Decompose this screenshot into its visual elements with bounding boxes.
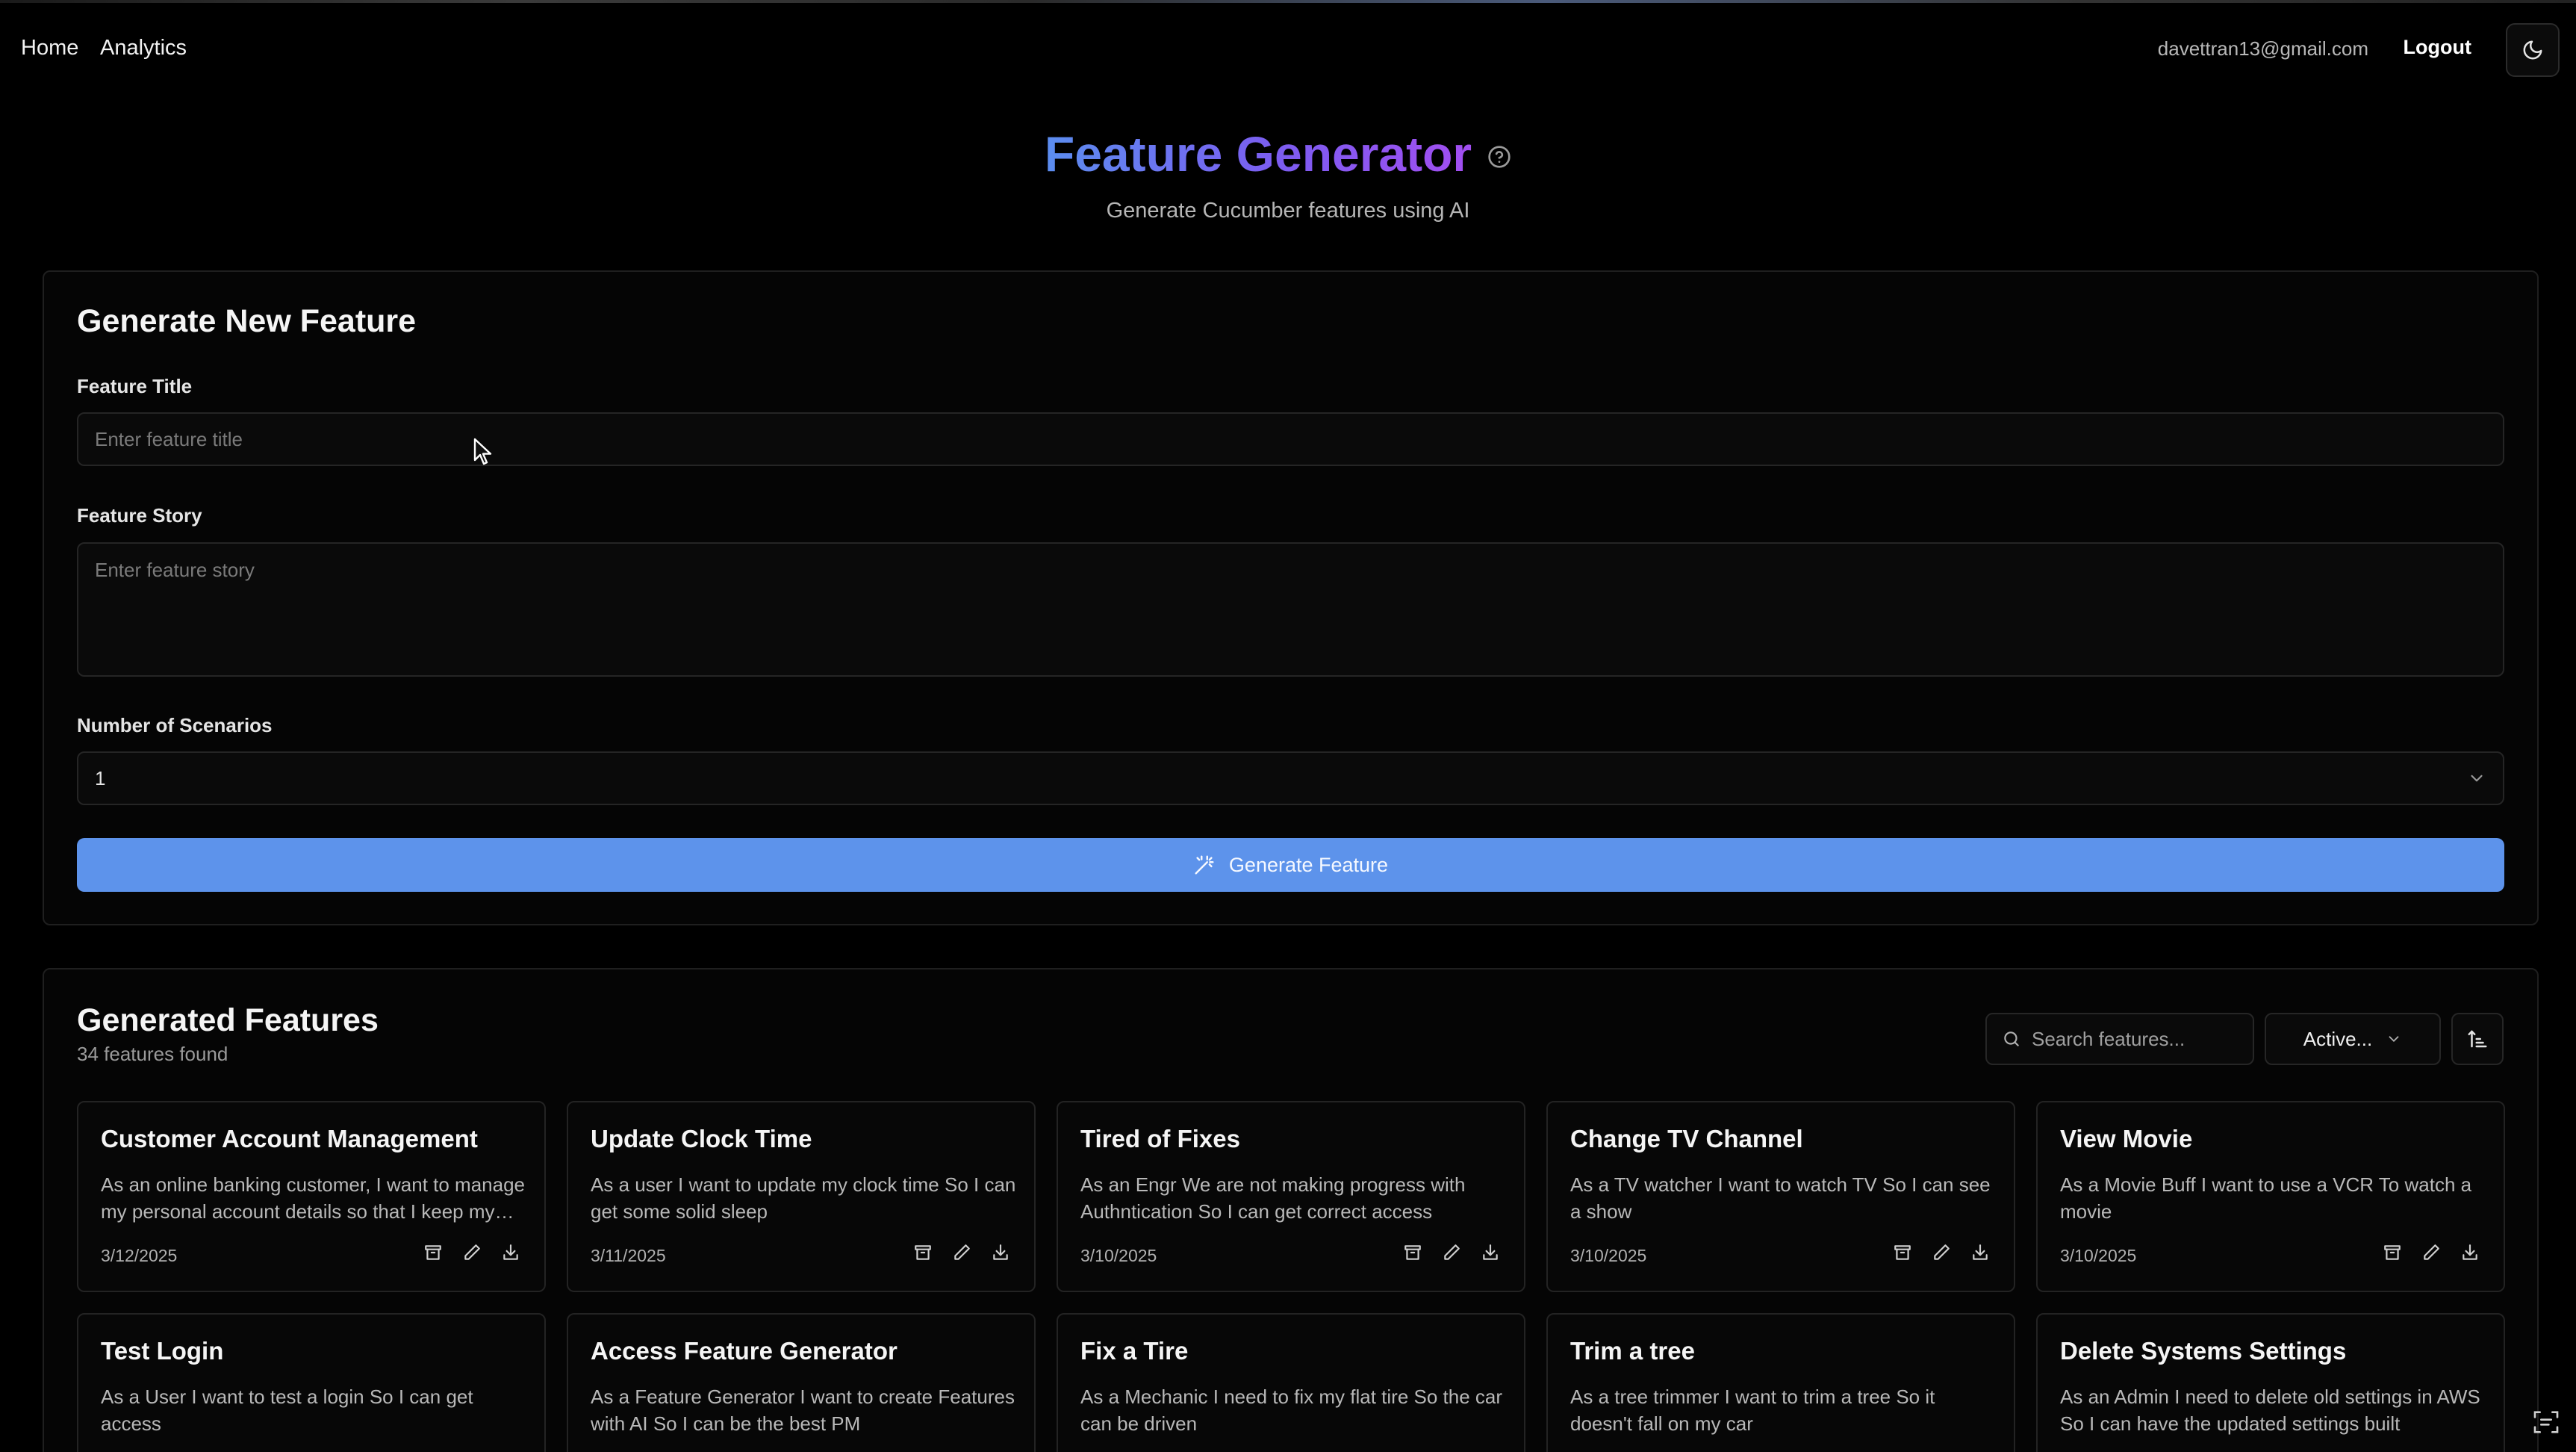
search-features-box[interactable] (1985, 1013, 2254, 1065)
feature-card-date: 3/10/2025 (1080, 1246, 1157, 1265)
scenarios-select-value: 1 (95, 766, 106, 789)
feature-card-title: Access Feature Generator (591, 1337, 897, 1365)
user-email: davettran13@gmail.com (2157, 37, 2368, 60)
feature-card[interactable]: Update Clock Time As a user I want to up… (567, 1101, 1036, 1292)
feature-card-description: As an Admin I need to delete old setting… (2060, 1386, 2480, 1435)
download-icon[interactable] (500, 1241, 522, 1264)
generated-features-card: Generated Features 34 features found Act… (43, 968, 2539, 1452)
nav-analytics-link[interactable]: Analytics (100, 36, 187, 60)
feature-card-description: As an online banking customer, I want to… (101, 1173, 526, 1223)
feature-card[interactable]: Trim a tree As a tree trimmer I want to … (1546, 1313, 2015, 1452)
edit-pencil-icon[interactable] (461, 1241, 483, 1264)
page-title: Feature Generator (1044, 126, 1472, 182)
edit-pencil-icon[interactable] (1930, 1241, 1953, 1264)
archive-icon[interactable] (2381, 1241, 2404, 1264)
feature-card-description: As a user I want to update my clock time… (591, 1173, 1016, 1223)
archive-icon[interactable] (1401, 1241, 1424, 1264)
feature-card-title: Update Clock Time (591, 1125, 812, 1152)
feature-story-textarea[interactable] (77, 542, 2504, 677)
feature-card-title: Fix a Tire (1080, 1337, 1189, 1365)
feature-card-description: As a TV watcher I want to watch TV So I … (1570, 1173, 1991, 1223)
screen-capture-icon[interactable] (2531, 1407, 2561, 1437)
feature-card-description: As a Mechanic I need to fix my flat tire… (1080, 1386, 1503, 1435)
chevron-down-icon (2471, 775, 2483, 782)
download-icon[interactable] (2459, 1241, 2481, 1264)
question-circle-icon[interactable] (1487, 145, 1511, 169)
search-features-input[interactable] (2032, 1027, 2248, 1051)
feature-card-title: Change TV Channel (1570, 1125, 1803, 1152)
sort-ascending-icon (2468, 1030, 2487, 1048)
features-count: 34 features found (77, 1043, 228, 1065)
feature-card-actions (1891, 1241, 1991, 1264)
mouse-cursor-icon (473, 438, 492, 465)
feature-card[interactable]: Tired of Fixes As an Engr We are not mak… (1057, 1101, 1525, 1292)
edit-pencil-icon[interactable] (1440, 1241, 1463, 1264)
scenarios-label: Number of Scenarios (77, 714, 273, 736)
feature-card[interactable]: Change TV Channel As a TV watcher I want… (1546, 1101, 2015, 1292)
magic-wand-icon (1195, 855, 1214, 875)
feature-card-title: Trim a tree (1570, 1337, 1695, 1365)
feature-card-actions (422, 1241, 522, 1264)
feature-card-description: As an Engr We are not making progress wi… (1080, 1173, 1466, 1223)
feature-card-title: Delete Systems Settings (2060, 1337, 2347, 1365)
feature-card-title: View Movie (2060, 1125, 2193, 1152)
feature-card-actions (2381, 1241, 2481, 1264)
archive-icon[interactable] (422, 1241, 444, 1264)
nav-home-link[interactable]: Home (21, 36, 78, 60)
feature-card[interactable]: Fix a Tire As a Mechanic I need to fix m… (1057, 1313, 1525, 1452)
moon-icon (2523, 40, 2542, 60)
feature-card[interactable]: Test Login As a User I want to test a lo… (77, 1313, 546, 1452)
generated-features-title: Generated Features (77, 1002, 379, 1038)
feature-card-description: As a User I want to test a login So I ca… (101, 1386, 473, 1435)
edit-pencil-icon[interactable] (951, 1241, 973, 1264)
feature-card-date: 3/10/2025 (1570, 1246, 1647, 1265)
feature-card-description: As a tree trimmer I want to trim a tree … (1570, 1386, 1935, 1435)
status-filter-value: Active... (2303, 1027, 2373, 1050)
top-nav: Home Analytics davettran13@gmail.com Log… (0, 0, 2576, 100)
generate-feature-card: Generate New Feature Feature Title Featu… (43, 270, 2539, 925)
feature-card-description: As a Feature Generator I want to create … (591, 1386, 1015, 1435)
feature-card[interactable]: Customer Account Management As an online… (77, 1101, 546, 1292)
feature-card[interactable]: Delete Systems Settings As an Admin I ne… (2036, 1313, 2505, 1452)
feature-card[interactable]: Access Feature Generator As a Feature Ge… (567, 1313, 1036, 1452)
download-icon[interactable] (989, 1241, 1012, 1264)
scenarios-select[interactable]: 1 (77, 751, 2504, 805)
feature-title-label: Feature Title (77, 375, 193, 397)
generate-feature-button[interactable]: Generate Feature (77, 838, 2504, 892)
page-subtitle: Generate Cucumber features using AI (1106, 199, 1470, 223)
generate-feature-label: Generate Feature (1228, 853, 1389, 876)
feature-title-input[interactable] (77, 412, 2504, 466)
feature-card-date: 3/11/2025 (591, 1246, 666, 1265)
generate-card-title: Generate New Feature (77, 303, 417, 339)
chevron-down-icon (2389, 1036, 2399, 1043)
download-icon[interactable] (1479, 1241, 1502, 1264)
feature-card[interactable]: View Movie As a Movie Buff I want to use… (2036, 1101, 2505, 1292)
logout-button[interactable]: Logout (2404, 36, 2471, 59)
feature-card-date: 3/10/2025 (2060, 1246, 2137, 1265)
feature-card-date: 3/12/2025 (101, 1246, 178, 1265)
theme-toggle-button[interactable] (2506, 23, 2560, 77)
archive-icon[interactable] (1891, 1241, 1914, 1264)
feature-card-title: Customer Account Management (101, 1125, 478, 1152)
edit-pencil-icon[interactable] (2420, 1241, 2442, 1264)
search-icon (2004, 1031, 2019, 1046)
feature-card-description: As a Movie Buff I want to use a VCR To w… (2060, 1173, 2472, 1223)
sort-button[interactable] (2451, 1013, 2504, 1065)
feature-card-actions (1401, 1241, 1502, 1264)
feature-card-title: Tired of Fixes (1080, 1125, 1240, 1152)
status-filter-select[interactable]: Active... (2265, 1013, 2441, 1065)
feature-story-label: Feature Story (77, 504, 202, 527)
archive-icon[interactable] (912, 1241, 934, 1264)
feature-card-title: Test Login (101, 1337, 224, 1365)
download-icon[interactable] (1969, 1241, 1991, 1264)
feature-card-actions (912, 1241, 1012, 1264)
